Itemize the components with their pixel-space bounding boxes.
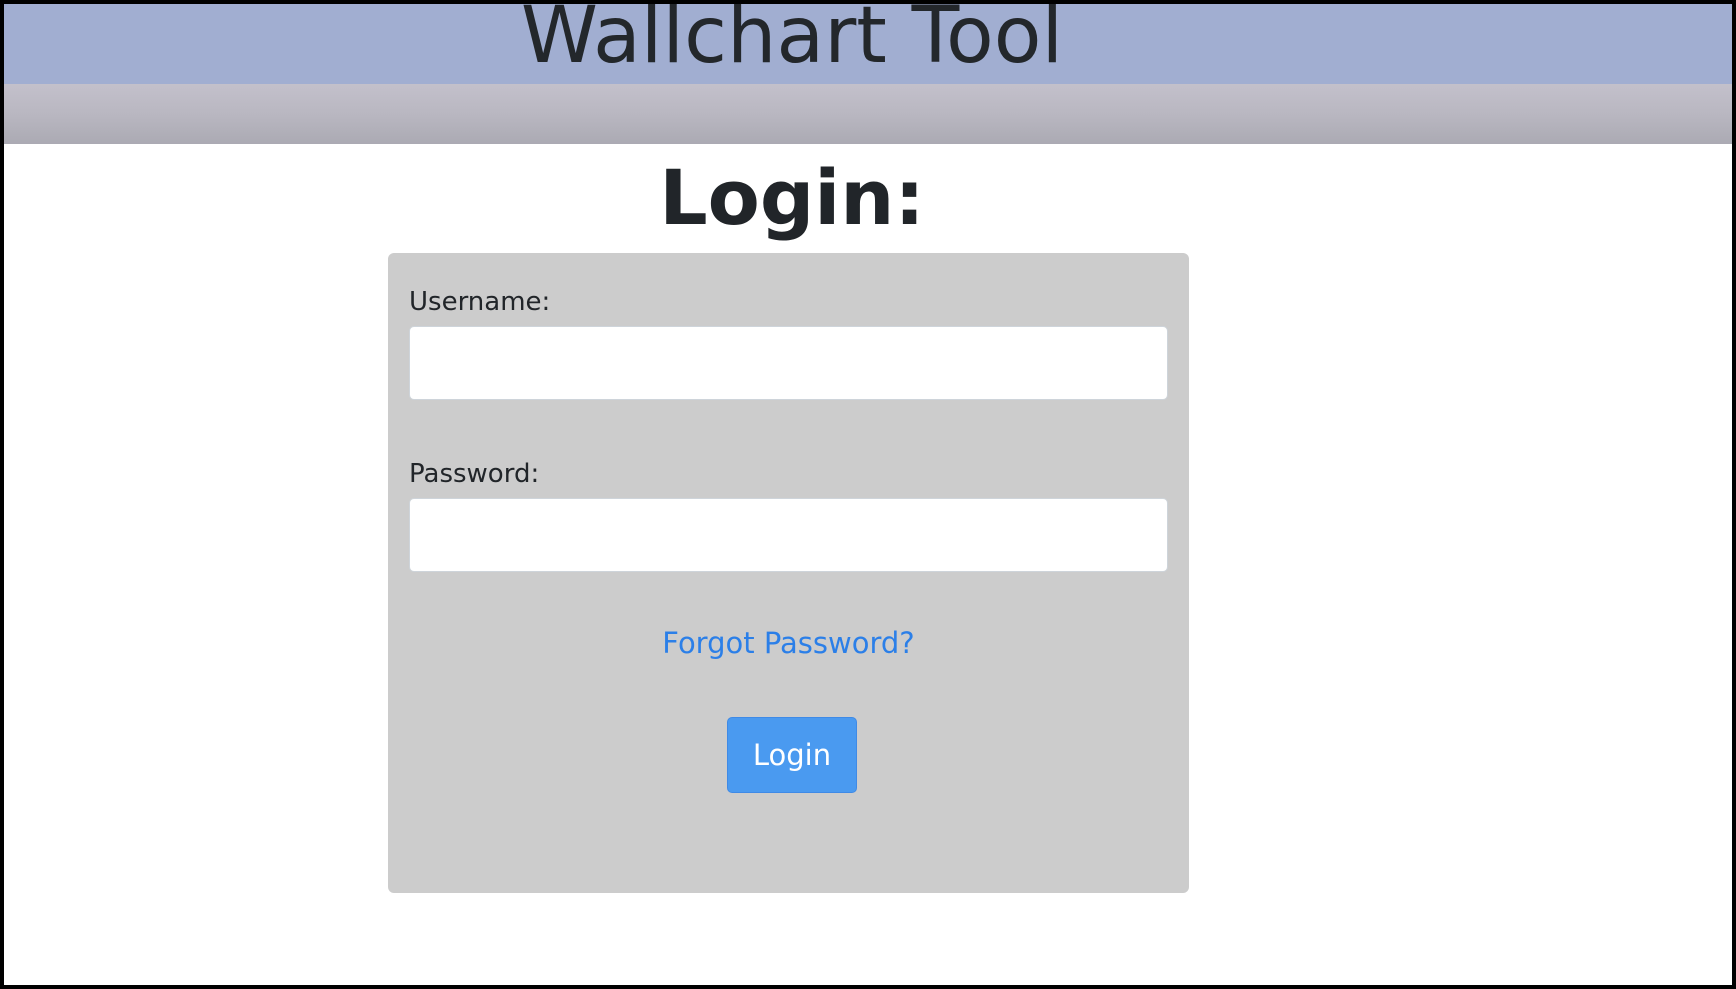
username-input[interactable] (409, 326, 1168, 400)
forgot-password-link[interactable]: Forgot Password? (388, 623, 1189, 663)
nav-bar (4, 84, 1732, 144)
login-form: Username: Password: Forgot Password? Log… (388, 253, 1189, 893)
page-frame: Wallchart Tool Login: Username: Password… (0, 0, 1736, 989)
app-title: Wallchart Tool (520, 4, 1064, 81)
login-button[interactable]: Login (727, 717, 857, 793)
password-input[interactable] (409, 498, 1168, 572)
password-label: Password: (409, 459, 540, 489)
page-heading: Login: (659, 153, 925, 242)
app-header: Wallchart Tool (4, 4, 1732, 84)
username-label: Username: (409, 287, 551, 317)
